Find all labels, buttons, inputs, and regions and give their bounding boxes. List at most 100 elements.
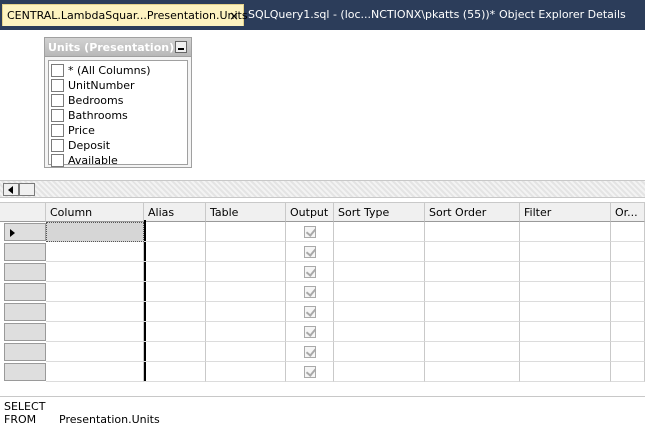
cell-output[interactable] [286,222,334,242]
cell-output[interactable] [286,322,334,342]
row-selector[interactable] [4,323,46,341]
cell-or[interactable] [611,242,645,262]
cell-or[interactable] [611,342,645,362]
header-output[interactable]: Output [286,202,334,222]
row-selector[interactable] [4,363,46,381]
row-selector[interactable] [4,303,46,321]
row-selector-current[interactable] [4,223,46,241]
cell-output[interactable] [286,342,334,362]
cell-alias[interactable] [144,362,206,382]
checkbox[interactable] [51,94,64,107]
cell-filter[interactable] [520,242,611,262]
cell-sort-order[interactable] [425,222,520,242]
cell-column[interactable] [46,222,144,242]
cell-table[interactable] [206,282,286,302]
cell-table[interactable] [206,242,286,262]
cell-output[interactable] [286,362,334,382]
cell-sort-type[interactable] [334,322,425,342]
cell-output[interactable] [286,262,334,282]
cell-alias[interactable] [144,322,206,342]
cell-column[interactable] [46,362,144,382]
cell-sort-order[interactable] [425,302,520,322]
cell-table[interactable] [206,222,286,242]
cell-column[interactable] [46,322,144,342]
cell-alias[interactable] [144,262,206,282]
cell-filter[interactable] [520,222,611,242]
cell-sort-type[interactable] [334,362,425,382]
header-sort-order[interactable]: Sort Order [425,202,520,222]
cell-or[interactable] [611,322,645,342]
cell-or[interactable] [611,282,645,302]
cell-sort-type[interactable] [334,262,425,282]
cell-filter[interactable] [520,262,611,282]
cell-output[interactable] [286,242,334,262]
cell-table[interactable] [206,262,286,282]
cell-alias[interactable] [144,302,206,322]
cell-table[interactable] [206,322,286,342]
checkbox[interactable] [51,139,64,152]
output-checkbox[interactable] [304,366,316,378]
header-alias[interactable]: Alias [144,202,206,222]
output-checkbox[interactable] [304,346,316,358]
header-table[interactable]: Table [206,202,286,222]
output-checkbox[interactable] [304,326,316,338]
row-selector[interactable] [4,243,46,261]
row-selector[interactable] [4,263,46,281]
cell-sort-type[interactable] [334,282,425,302]
cell-sort-type[interactable] [334,302,425,322]
header-filter[interactable]: Filter [520,202,611,222]
cell-output[interactable] [286,282,334,302]
cell-column[interactable] [46,342,144,362]
criteria-grid[interactable]: Column Alias Table Output Sort Type Sort… [0,198,645,396]
cell-column[interactable] [46,302,144,322]
cell-or[interactable] [611,222,645,242]
cell-sort-order[interactable] [425,342,520,362]
cell-table[interactable] [206,362,286,382]
close-icon[interactable]: × [229,5,239,27]
cell-sort-order[interactable] [425,282,520,302]
diagram-scrollbar[interactable] [0,180,645,198]
cell-alias[interactable] [144,342,206,362]
cell-column[interactable] [46,282,144,302]
cell-sort-type[interactable] [334,222,425,242]
cell-filter[interactable] [520,322,611,342]
output-checkbox[interactable] [304,286,316,298]
cell-table[interactable] [206,302,286,322]
tab-view-designer[interactable]: CENTRAL.LambdaSquar...Presentation.Units… [2,4,248,27]
table-widget[interactable]: Units (Presentation) * (All Columns) Uni… [44,37,192,168]
cell-sort-order[interactable] [425,242,520,262]
checkbox[interactable] [51,109,64,122]
checkbox[interactable] [51,154,64,167]
cell-or[interactable] [611,362,645,382]
table-title[interactable]: Units (Presentation) [45,38,191,57]
tab-sql-query[interactable]: SQLQuery1.sql - (loc...NCTIONX\pkatts (5… [248,4,495,26]
minimize-icon[interactable] [175,41,187,53]
tab-object-explorer-details[interactable]: Object Explorer Details [499,4,626,26]
output-checkbox[interactable] [304,306,316,318]
header-sort-type[interactable]: Sort Type [334,202,425,222]
cell-filter[interactable] [520,342,611,362]
cell-or[interactable] [611,262,645,282]
cell-or[interactable] [611,302,645,322]
checkbox[interactable] [51,79,64,92]
cell-column[interactable] [46,262,144,282]
output-checkbox[interactable] [304,226,316,238]
cell-filter[interactable] [520,302,611,322]
cell-sort-order[interactable] [425,322,520,342]
cell-sort-order[interactable] [425,262,520,282]
row-selector[interactable] [4,283,46,301]
cell-alias[interactable] [144,282,206,302]
sql-pane[interactable]: SELECT FROM Presentation.Units [0,396,645,428]
checkbox[interactable] [51,124,64,137]
output-checkbox[interactable] [304,266,316,278]
cell-alias[interactable] [144,242,206,262]
cell-filter[interactable] [520,282,611,302]
cell-sort-order[interactable] [425,362,520,382]
header-column[interactable]: Column [46,202,144,222]
cell-sort-type[interactable] [334,342,425,362]
checkbox[interactable] [51,64,64,77]
diagram-pane[interactable]: Units (Presentation) * (All Columns) Uni… [0,30,645,180]
cell-table[interactable] [206,342,286,362]
row-selector[interactable] [4,343,46,361]
scroll-left-icon[interactable] [3,183,19,196]
